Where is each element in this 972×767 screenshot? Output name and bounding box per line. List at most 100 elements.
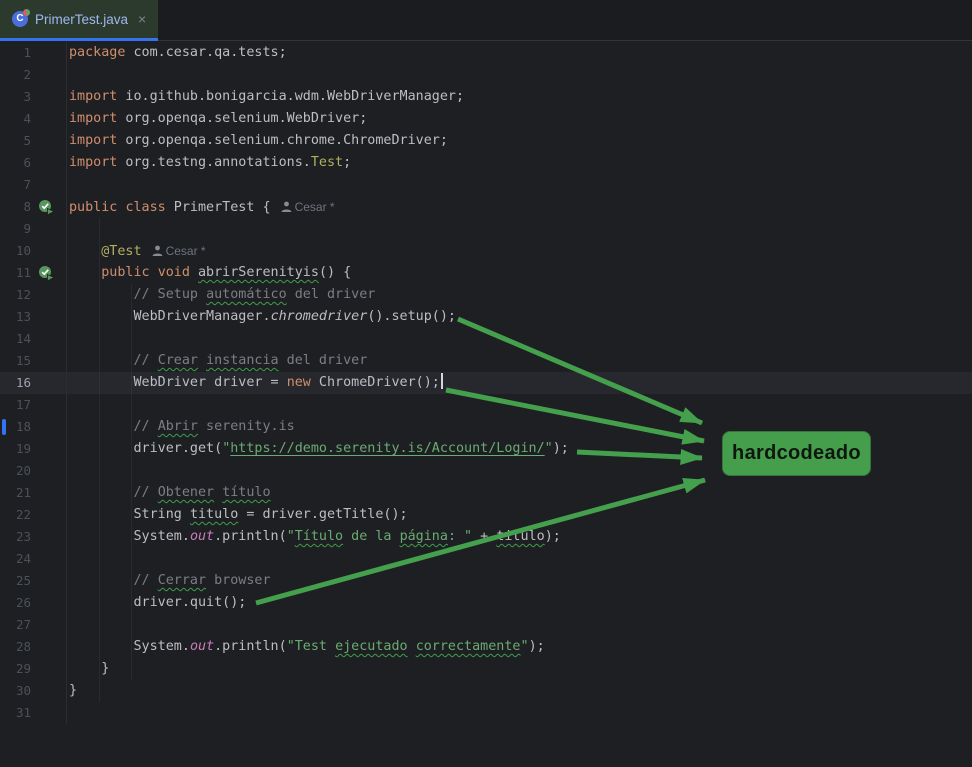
code-token: titulo <box>496 529 544 544</box>
code-text[interactable]: // Obtener título <box>67 482 972 504</box>
code-text[interactable]: // Cerrar browser <box>67 570 972 592</box>
line-number: 26 <box>16 592 31 614</box>
code-token <box>69 375 134 390</box>
code-text[interactable]: WebDriver driver = new ChromeDriver(); <box>67 372 972 394</box>
code-token <box>150 265 158 280</box>
code-line[interactable]: 2 <box>0 64 972 86</box>
code-text[interactable]: // Crear instancia del driver <box>67 350 972 372</box>
code-line[interactable]: 31 <box>0 702 972 724</box>
close-tab-icon[interactable]: × <box>138 11 146 27</box>
code-text[interactable]: public class PrimerTest {Cesar * <box>67 196 972 218</box>
code-text[interactable]: public void abrirSerenityis() { <box>67 262 972 284</box>
code-line[interactable]: 3import io.github.bonigarcia.wdm.WebDriv… <box>0 86 972 108</box>
code-line[interactable]: 24 <box>0 548 972 570</box>
author-inlay-hint[interactable]: Cesar * <box>281 200 335 214</box>
code-text[interactable]: import io.github.bonigarcia.wdm.WebDrive… <box>67 86 972 108</box>
code-text[interactable] <box>67 328 972 350</box>
code-line[interactable]: 12 // Setup automático del driver <box>0 284 972 306</box>
gutter: 21 <box>0 482 67 504</box>
code-line[interactable]: 30} <box>0 680 972 702</box>
code-line[interactable]: 22 String titulo = driver.getTitle(); <box>0 504 972 526</box>
code-line[interactable]: 13 WebDriverManager.chromedriver().setup… <box>0 306 972 328</box>
code-text[interactable]: System.out.println("Test ejecutado corre… <box>67 636 972 658</box>
line-number: 15 <box>16 350 31 372</box>
gutter: 13 <box>0 306 67 328</box>
code-line[interactable]: 4import org.openqa.selenium.WebDriver; <box>0 108 972 130</box>
code-line[interactable]: 25 // Cerrar browser <box>0 570 972 592</box>
code-token: () { <box>319 265 351 280</box>
code-token: abrirSerenityis <box>198 265 319 280</box>
code-token: PrimerTest { <box>166 200 271 215</box>
gutter: 17 <box>0 394 67 416</box>
code-text[interactable]: import org.testng.annotations.Test; <box>67 152 972 174</box>
code-text[interactable]: import org.openqa.selenium.WebDriver; <box>67 108 972 130</box>
code-text[interactable]: WebDriverManager.chromedriver().setup(); <box>67 306 972 328</box>
code-text[interactable]: // Setup automático del driver <box>67 284 972 306</box>
code-line[interactable]: 7 <box>0 174 972 196</box>
code-line[interactable]: 10 @TestCesar * <box>0 240 972 262</box>
code-token <box>190 265 198 280</box>
gutter: 19 <box>0 438 67 460</box>
gutter: 25 <box>0 570 67 592</box>
line-number: 23 <box>16 526 31 548</box>
code-text[interactable]: import org.openqa.selenium.chrome.Chrome… <box>67 130 972 152</box>
code-token: Test <box>311 155 343 170</box>
code-line[interactable]: 6import org.testng.annotations.Test; <box>0 152 972 174</box>
code-line[interactable]: 27 <box>0 614 972 636</box>
tab-primertest-java[interactable]: C PrimerTest.java × <box>0 0 158 41</box>
code-line[interactable]: 8public class PrimerTest {Cesar * <box>0 196 972 218</box>
code-text[interactable]: @TestCesar * <box>67 240 972 262</box>
code-text[interactable]: package com.cesar.qa.tests; <box>67 42 972 64</box>
code-token: String <box>134 507 190 522</box>
code-line[interactable]: 9 <box>0 218 972 240</box>
code-token: "Test <box>287 639 335 654</box>
code-text[interactable] <box>67 548 972 570</box>
code-token: " <box>521 639 529 654</box>
code-text[interactable]: driver.quit(); <box>67 592 972 614</box>
run-test-icon[interactable] <box>38 199 55 216</box>
code-line[interactable]: 1package com.cesar.qa.tests; <box>0 42 972 64</box>
code-line[interactable]: 16 WebDriver driver = new ChromeDriver()… <box>0 372 972 394</box>
code-text[interactable]: String titulo = driver.getTitle(); <box>67 504 972 526</box>
code-line[interactable]: 28 System.out.println("Test ejecutado co… <box>0 636 972 658</box>
author-inlay-hint[interactable]: Cesar * <box>152 244 206 258</box>
code-line[interactable]: 5import org.openqa.selenium.chrome.Chrom… <box>0 130 972 152</box>
line-number: 20 <box>16 460 31 482</box>
code-line[interactable]: 21 // Obtener título <box>0 482 972 504</box>
code-token: org.testng.annotations. <box>117 155 310 170</box>
code-token: " <box>287 529 295 544</box>
vcs-change-marker[interactable] <box>2 419 6 435</box>
code-text[interactable]: System.out.println("Título de la página:… <box>67 526 972 548</box>
code-line[interactable]: 17 <box>0 394 972 416</box>
code-text[interactable] <box>67 64 972 86</box>
code-token <box>69 353 134 368</box>
code-line[interactable]: 14 <box>0 328 972 350</box>
code-line[interactable]: 29 } <box>0 658 972 680</box>
code-token: } <box>69 683 77 698</box>
line-number: 16 <box>16 372 31 394</box>
code-text[interactable]: } <box>67 658 972 680</box>
code-line[interactable]: 15 // Crear instancia del driver <box>0 350 972 372</box>
code-editor[interactable]: 1package com.cesar.qa.tests;23import io.… <box>0 42 972 724</box>
code-text[interactable] <box>67 174 972 196</box>
gutter: 7 <box>0 174 67 196</box>
indent-guide <box>99 218 100 702</box>
run-test-icon[interactable] <box>38 265 55 282</box>
code-line[interactable]: 23 System.out.println("Título de la pági… <box>0 526 972 548</box>
gutter: 5 <box>0 130 67 152</box>
code-token: página <box>400 529 448 544</box>
code-text[interactable] <box>67 614 972 636</box>
code-text[interactable]: } <box>67 680 972 702</box>
code-token: // <box>134 485 158 500</box>
code-text[interactable] <box>67 394 972 416</box>
code-text[interactable] <box>67 702 972 724</box>
code-area[interactable]: 1package com.cesar.qa.tests;23import io.… <box>0 42 972 724</box>
code-line[interactable]: 11 public void abrirSerenityis() { <box>0 262 972 284</box>
line-number: 27 <box>16 614 31 636</box>
code-line[interactable]: 26 driver.quit(); <box>0 592 972 614</box>
line-number: 31 <box>16 702 31 724</box>
code-token <box>69 573 134 588</box>
code-token <box>69 419 134 434</box>
code-text[interactable] <box>67 218 972 240</box>
text-caret <box>441 373 443 389</box>
